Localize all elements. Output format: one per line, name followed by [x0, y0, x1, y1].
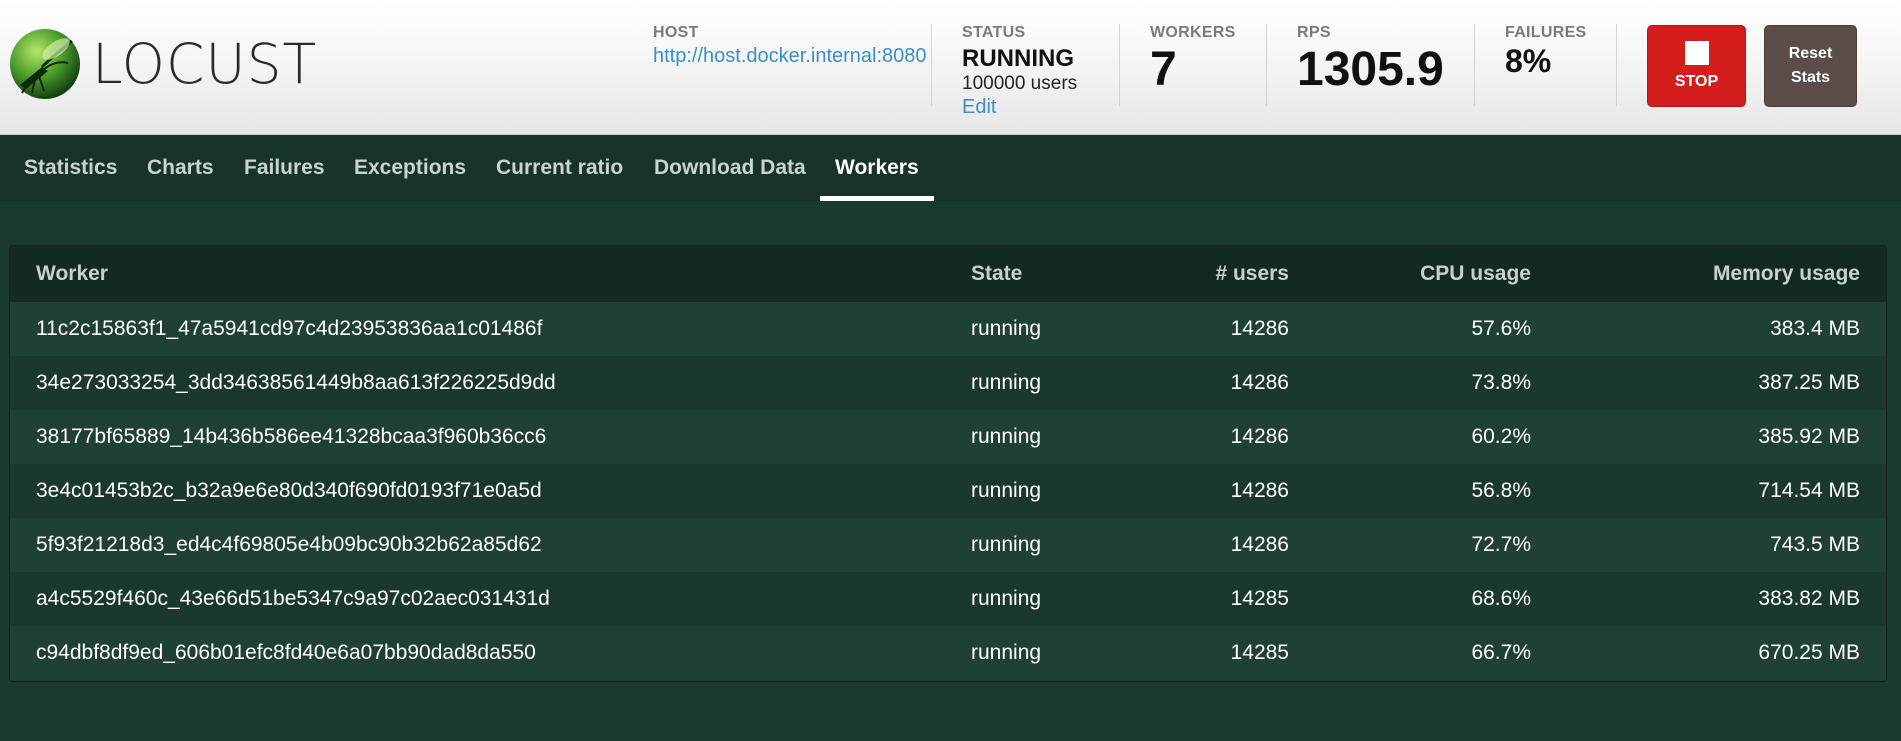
reset-stats-button[interactable]: Reset Stats [1764, 25, 1857, 107]
host-link[interactable]: http://host.docker.internal:8080 [653, 45, 927, 68]
table-row: c94dbf8df9ed_606b01efc8fd40e6a07bb90dad8… [10, 626, 1886, 680]
column-header-users[interactable]: # users [1116, 246, 1289, 302]
tab-statistics[interactable]: Statistics [24, 135, 117, 201]
edit-link[interactable]: Edit [962, 96, 1077, 119]
worker-id: 34e273033254_3dd34638561449b8aa613f22622… [36, 371, 556, 394]
table-row: 11c2c15863f1_47a5941cd97c4d23953836aa1c0… [10, 302, 1886, 356]
table-row: 34e273033254_3dd34638561449b8aa613f22622… [10, 356, 1886, 410]
worker-id: 38177bf65889_14b436b586ee41328bcaa3f960b… [36, 425, 547, 448]
workers-table-container: Worker State # users CPU usage Memory us… [9, 245, 1887, 682]
worker-state: running [971, 317, 1042, 340]
worker-users: 14285 [1230, 587, 1289, 610]
column-header-memory[interactable]: Memory usage [1531, 246, 1886, 302]
failures-value: 8% [1505, 43, 1552, 79]
worker-memory: 714.54 MB [1758, 479, 1860, 502]
worker-memory: 385.92 MB [1758, 425, 1860, 448]
column-header-state[interactable]: State [971, 246, 1116, 302]
tab-current-ratio[interactable]: Current ratio [496, 135, 623, 201]
worker-state: running [971, 479, 1042, 502]
tab-failures[interactable]: Failures [244, 135, 325, 201]
tab-exceptions[interactable]: Exceptions [354, 135, 466, 201]
status-value: RUNNING [962, 45, 1074, 72]
worker-users: 14286 [1230, 317, 1289, 340]
worker-users: 14286 [1230, 371, 1289, 394]
status-label: STATUS [962, 24, 1026, 41]
worker-memory: 383.4 MB [1770, 317, 1860, 340]
logo-text: LOCUST [92, 31, 318, 96]
worker-users: 14286 [1230, 479, 1289, 502]
header-separator [931, 24, 932, 106]
worker-memory: 670.25 MB [1758, 641, 1860, 664]
worker-id: 5f93f21218d3_ed4c4f69805e4b09bc90b32b62a… [36, 533, 542, 556]
stop-label: STOP [1674, 73, 1719, 90]
status-stat: STATUS RUNNING 100000 users Edit [962, 24, 1077, 119]
column-header-worker[interactable]: Worker [10, 246, 971, 302]
workers-table: Worker State # users CPU usage Memory us… [10, 246, 1886, 680]
table-header-row: Worker State # users CPU usage Memory us… [10, 246, 1886, 302]
top-header: LOCUST HOST http://host.docker.internal:… [0, 0, 1901, 135]
worker-memory: 743.5 MB [1770, 533, 1860, 556]
worker-id: 3e4c01453b2c_b32a9e6e80d340f690fd0193f71… [36, 479, 542, 502]
worker-cpu: 72.7% [1471, 533, 1531, 556]
rps-value: 1305.9 [1297, 43, 1444, 96]
status-users: 100000 users [962, 73, 1078, 94]
worker-state: running [971, 371, 1042, 394]
worker-users: 14286 [1230, 533, 1289, 556]
failures-label: FAILURES [1505, 24, 1587, 41]
table-row: a4c5529f460c_43e66d51be5347c9a97c02aec03… [10, 572, 1886, 626]
worker-cpu: 56.8% [1471, 479, 1531, 502]
worker-state: running [971, 425, 1042, 448]
workers-stat: WORKERS 7 [1150, 24, 1236, 97]
stop-icon [1684, 41, 1709, 65]
locust-logo-icon [10, 29, 80, 99]
rps-stat: RPS 1305.9 [1297, 24, 1444, 97]
host-label: HOST [653, 24, 699, 41]
table-row: 3e4c01453b2c_b32a9e6e80d340f690fd0193f71… [10, 464, 1886, 518]
header-separator [1119, 24, 1120, 106]
worker-state: running [971, 533, 1042, 556]
table-row: 5f93f21218d3_ed4c4f69805e4b09bc90b32b62a… [10, 518, 1886, 572]
worker-memory: 387.25 MB [1758, 371, 1860, 394]
worker-cpu: 60.2% [1471, 425, 1531, 448]
workers-value: 7 [1150, 43, 1177, 96]
worker-users: 14285 [1230, 641, 1289, 664]
header-separator [1474, 24, 1475, 106]
header-separator [1266, 24, 1267, 106]
header-separator [1616, 24, 1617, 106]
worker-cpu: 57.6% [1471, 317, 1531, 340]
worker-state: running [971, 587, 1042, 610]
worker-cpu: 68.6% [1471, 587, 1531, 610]
tab-navigation: Statistics Charts Failures Exceptions Cu… [0, 135, 1901, 201]
worker-id: 11c2c15863f1_47a5941cd97c4d23953836aa1c0… [36, 317, 543, 340]
host-stat: HOST http://host.docker.internal:8080 [653, 24, 927, 68]
tab-charts[interactable]: Charts [147, 135, 214, 201]
worker-memory: 383.82 MB [1758, 587, 1860, 610]
worker-cpu: 66.7% [1471, 641, 1531, 664]
failures-stat: FAILURES 8% [1505, 24, 1587, 79]
tab-workers[interactable]: Workers [835, 135, 919, 201]
tab-download-data[interactable]: Download Data [654, 135, 806, 201]
worker-id: c94dbf8df9ed_606b01efc8fd40e6a07bb90dad8… [36, 641, 536, 664]
column-header-cpu[interactable]: CPU usage [1289, 246, 1531, 302]
rps-label: RPS [1297, 24, 1331, 41]
table-row: 38177bf65889_14b436b586ee41328bcaa3f960b… [10, 410, 1886, 464]
worker-id: a4c5529f460c_43e66d51be5347c9a97c02aec03… [36, 587, 550, 610]
worker-state: running [971, 641, 1042, 664]
active-tab-indicator [820, 196, 934, 201]
workers-label: WORKERS [1150, 24, 1236, 41]
worker-users: 14286 [1230, 425, 1289, 448]
stop-button[interactable]: STOP [1647, 25, 1746, 107]
reset-stats-label: Reset Stats [1788, 45, 1833, 86]
worker-cpu: 73.8% [1471, 371, 1531, 394]
locust-logo[interactable]: LOCUST [8, 26, 328, 102]
